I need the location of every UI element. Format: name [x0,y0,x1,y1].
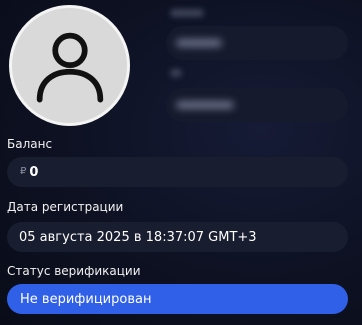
redacted-value-2 [176,101,234,109]
registration-date-value: 05 августа 2025 в 18:37:07 GMT+3 [19,229,257,245]
redacted-field-1 [166,26,348,60]
verification-status-label: Статус верификации [7,264,141,278]
user-icon [36,32,103,102]
balance-value: 0 [29,164,39,180]
balance-field: ₽ 0 [7,157,348,187]
avatar [9,5,130,126]
redacted-field-2 [166,88,348,122]
verification-status-text: Не верифицирован [20,291,152,307]
balance-label: Баланс [7,137,53,151]
redacted-label-1 [170,9,204,17]
registration-date-label: Дата регистрации [7,200,124,214]
redacted-value-1 [176,39,222,47]
redacted-label-2 [170,69,182,77]
verification-status-badge[interactable]: Не верифицирован [7,284,348,314]
ruble-icon: ₽ [20,166,27,177]
registration-date-field: 05 августа 2025 в 18:37:07 GMT+3 [7,222,348,252]
